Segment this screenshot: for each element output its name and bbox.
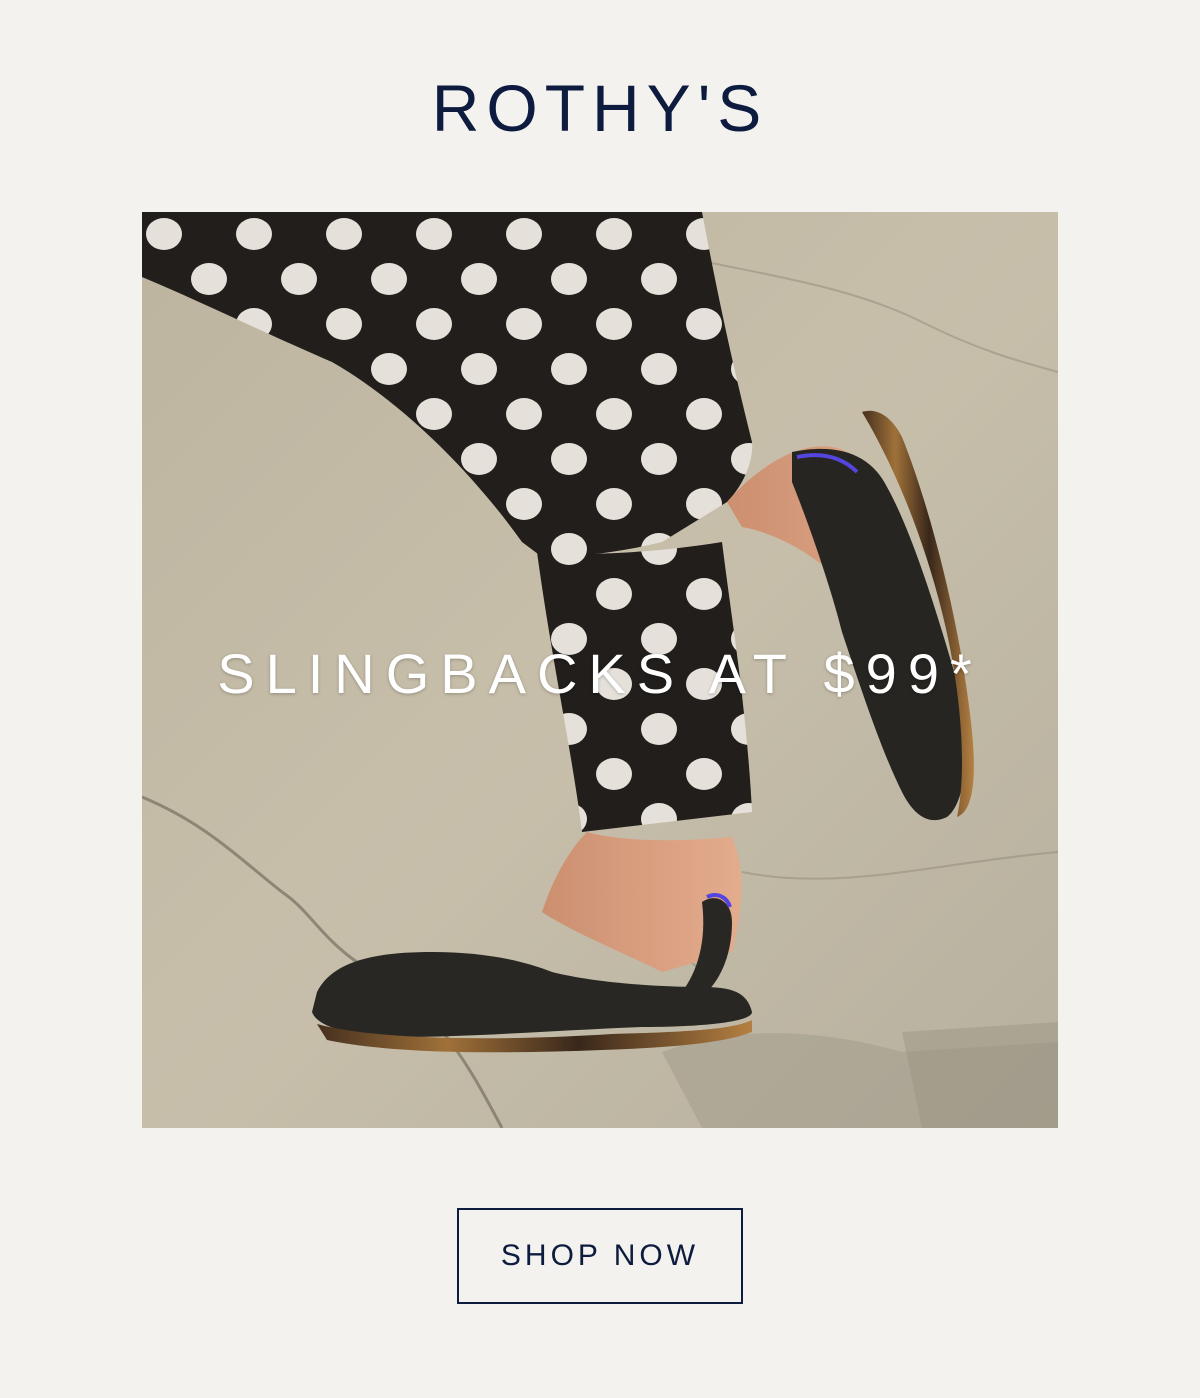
- hero-headline: SLINGBACKS AT $99*: [217, 642, 983, 705]
- brand-logo[interactable]: ROTHY'S: [0, 72, 1200, 144]
- hero-image[interactable]: SLINGBACKS AT $99*: [142, 212, 1058, 1128]
- shop-now-button[interactable]: SHOP NOW: [457, 1208, 743, 1304]
